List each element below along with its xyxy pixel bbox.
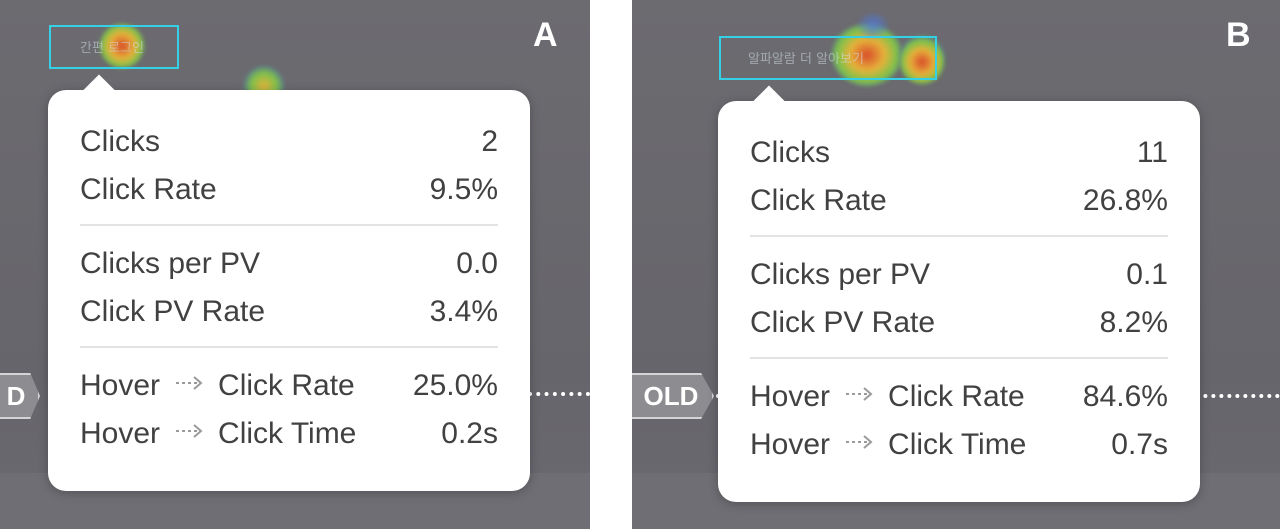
stat-label: Hover Click Time [750,428,1026,462]
stat-value: 0.1 [1126,258,1168,291]
stat-label: Clicks [750,136,830,169]
stats-tooltip: Clicks 2 Click Rate 9.5% Clicks per PV 0… [48,90,530,491]
fold-tag-label: D [6,380,26,411]
panel-label: A [533,16,558,54]
stat-row-click-rate: Click Rate 26.8% [750,177,1168,225]
dashed-arrow-right-icon [844,432,884,458]
stat-row-click-pv-rate: Click PV Rate 3.4% [80,288,498,336]
stat-value: 8.2% [1099,306,1168,339]
divider [80,346,498,348]
stat-row-clicks: Clicks 2 [80,118,498,166]
fold-tag-label: OLD [643,380,699,411]
stat-label: Clicks [80,125,160,158]
stat-row-hover-click-time: Hover Click Time 0.7s [750,421,1168,469]
stat-label: Clicks per PV [750,258,931,291]
stat-row-hover-click-rate: Hover Click Rate 25.0% [80,362,498,410]
stat-value: 26.8% [1082,184,1168,217]
hover-metric-label: Click Rate [218,369,355,402]
dashed-arrow-right-icon [844,384,884,410]
heatmap-panel-a: 간편 로그인 A D Clicks 2 Click Rate 9.5% Clic… [0,0,590,529]
clicked-element-text: 간편 로그인 [80,41,144,56]
stat-label: Click PV Rate [750,306,936,339]
stat-label: Click Rate [80,173,217,206]
clicked-element-text: 알파알람 더 알아보기 [748,52,864,67]
stat-row-click-rate: Click Rate 9.5% [80,166,498,214]
hover-metric-label: Click Rate [888,380,1025,413]
stat-row-hover-click-time: Hover Click Time 0.2s [80,410,498,458]
stat-label: Click Rate [750,184,887,217]
stat-value: 3.4% [429,295,498,328]
stat-row-clicks-per-pv: Clicks per PV 0.1 [750,251,1168,299]
stat-value: 2 [481,125,498,158]
stat-value: 25.0% [412,369,498,402]
heat-spot [858,14,888,38]
hover-label: Hover [80,417,161,450]
stat-row-clicks: Clicks 11 [750,129,1168,177]
stat-value: 0.2s [441,417,498,450]
divider [750,235,1168,237]
stats-tooltip: Clicks 11 Click Rate 26.8% Clicks per PV… [718,101,1200,502]
hover-metric-label: Click Time [888,428,1027,461]
stat-label: Hover Click Time [80,417,356,451]
hover-label: Hover [750,380,831,413]
dashed-arrow-right-icon [174,373,214,399]
stat-label: Hover Click Rate [750,380,1025,414]
stat-label: Clicks per PV [80,247,261,280]
hover-label: Hover [750,428,831,461]
fold-tag: OLD [632,373,714,419]
stat-row-click-pv-rate: Click PV Rate 8.2% [750,299,1168,347]
heatmap-panel-b: 알파알람 더 알아보기 B OLD Clicks 11 Click Rate 2… [632,0,1280,529]
hover-label: Hover [80,369,161,402]
stat-value: 0.7s [1111,428,1168,461]
stat-value: 9.5% [429,173,498,206]
stat-row-hover-click-rate: Hover Click Rate 84.6% [750,373,1168,421]
hover-metric-label: Click Time [218,417,357,450]
stat-value: 11 [1136,136,1168,169]
fold-tag: D [0,373,40,419]
divider [750,357,1168,359]
stat-value: 84.6% [1082,380,1168,413]
dashed-arrow-right-icon [174,421,214,447]
stat-label: Click PV Rate [80,295,266,328]
panel-label: B [1226,16,1251,54]
stat-value: 0.0 [456,247,498,280]
stat-row-clicks-per-pv: Clicks per PV 0.0 [80,240,498,288]
fold-line [528,392,590,396]
divider [80,224,498,226]
stat-label: Hover Click Rate [80,369,355,403]
